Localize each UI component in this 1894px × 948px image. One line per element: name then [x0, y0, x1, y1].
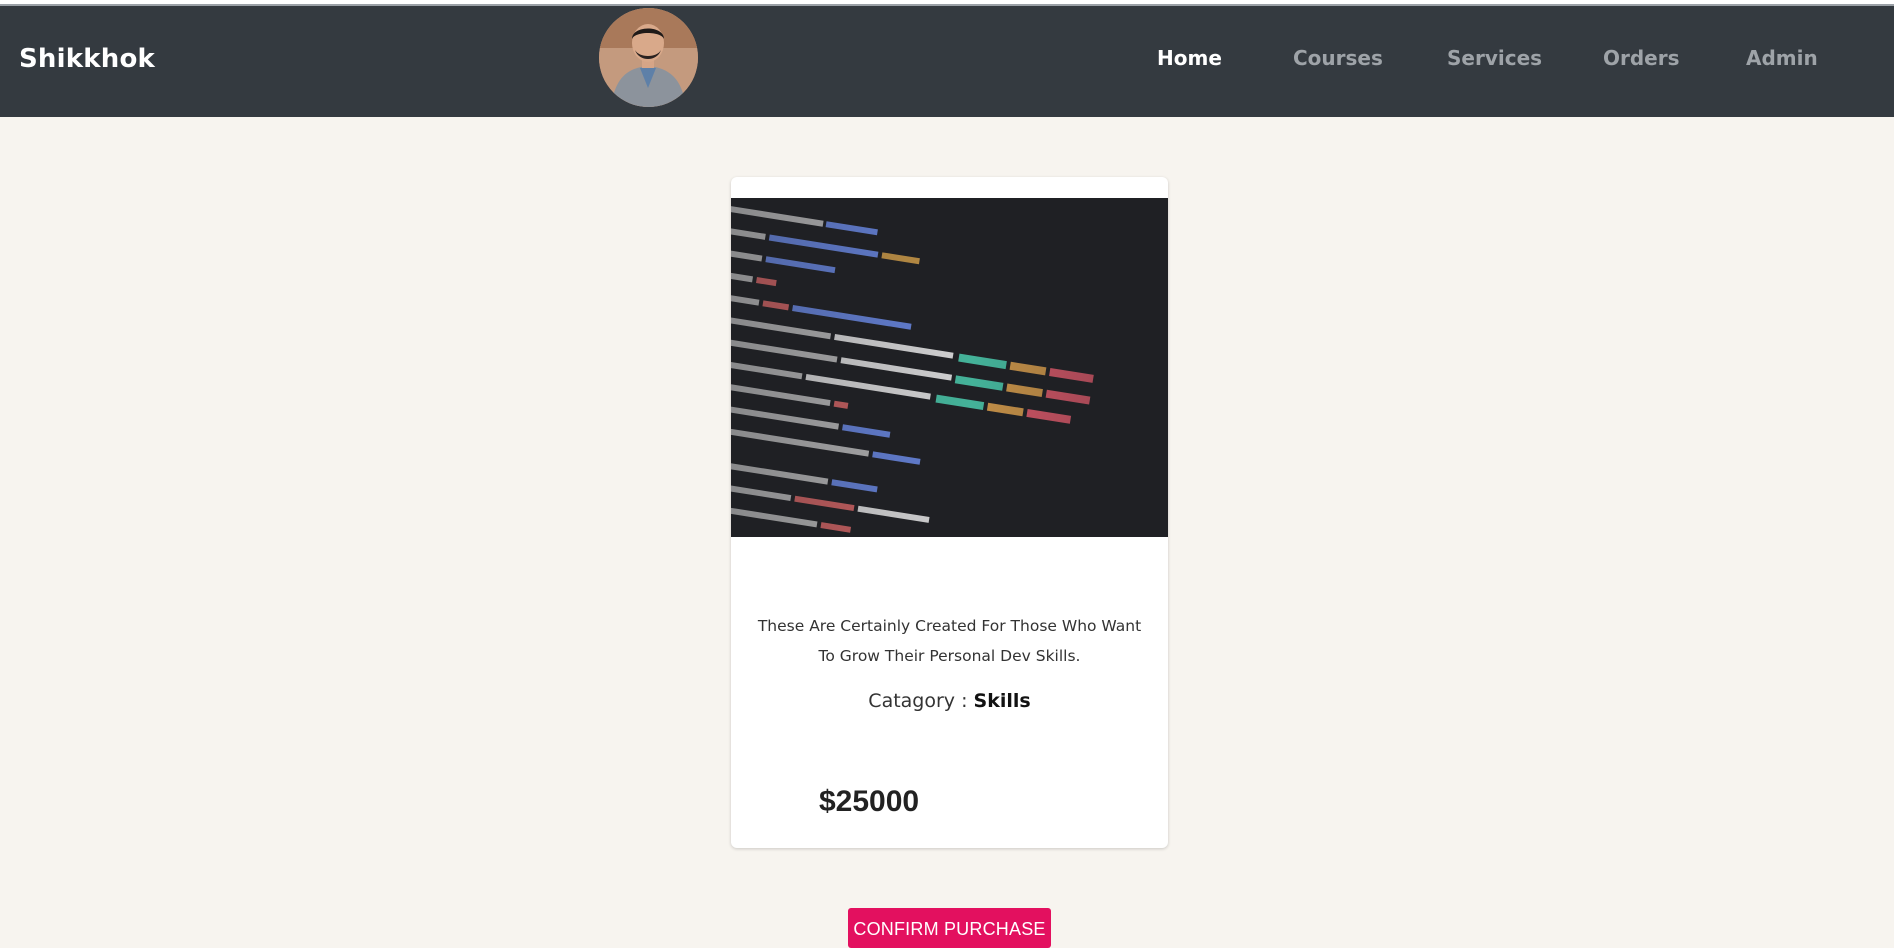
course-image — [731, 198, 1168, 537]
course-price: $25000 — [819, 785, 920, 818]
nav-home[interactable]: Home — [1157, 46, 1222, 70]
code-screenshot-icon — [731, 198, 1168, 537]
category-value: Skills — [973, 690, 1031, 712]
nav-courses[interactable]: Courses — [1293, 46, 1383, 70]
category-label: Catagory : — [868, 690, 974, 712]
confirm-purchase-button[interactable]: CONFIRM PURCHASE — [848, 908, 1051, 948]
profile-photo-icon — [599, 8, 698, 107]
avatar[interactable] — [599, 8, 698, 107]
course-card: These Are Certainly Created For Those Wh… — [731, 177, 1168, 848]
course-description: These Are Certainly Created For Those Wh… — [757, 617, 1142, 665]
nav-admin[interactable]: Admin — [1746, 46, 1818, 70]
nav-orders[interactable]: Orders — [1603, 46, 1680, 70]
brand-logo-text[interactable]: Shikkhok — [19, 44, 155, 74]
navbar: Shikkhok Home Courses Services Orders Ad… — [0, 6, 1894, 117]
course-category: Catagory : Skills — [731, 690, 1168, 712]
nav-services[interactable]: Services — [1447, 46, 1542, 70]
